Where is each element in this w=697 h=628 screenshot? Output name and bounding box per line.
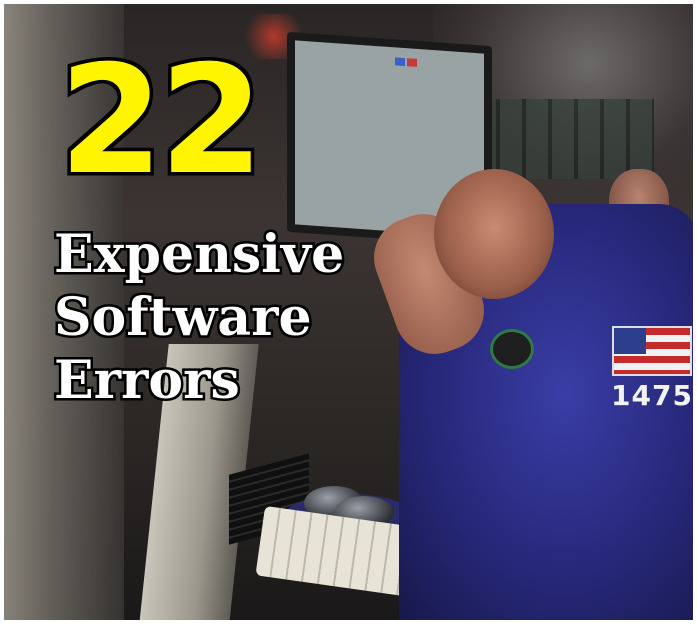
- wristwatch: [490, 329, 534, 369]
- monitor-icon: [407, 58, 417, 67]
- headline-line-2: Software: [52, 286, 315, 349]
- headline-line-1: Expensive: [51, 223, 346, 286]
- trader-badge-number: 1475: [611, 379, 693, 412]
- us-flag-patch: [612, 326, 692, 376]
- monitor-icon: [395, 57, 405, 67]
- headline-number: 22: [56, 34, 268, 208]
- photo-frame: 1475 22 Expensive Software Errors: [4, 4, 693, 620]
- background-screens: [474, 99, 654, 179]
- headline-line-3: Errors: [52, 349, 243, 412]
- trader-head: [434, 169, 554, 299]
